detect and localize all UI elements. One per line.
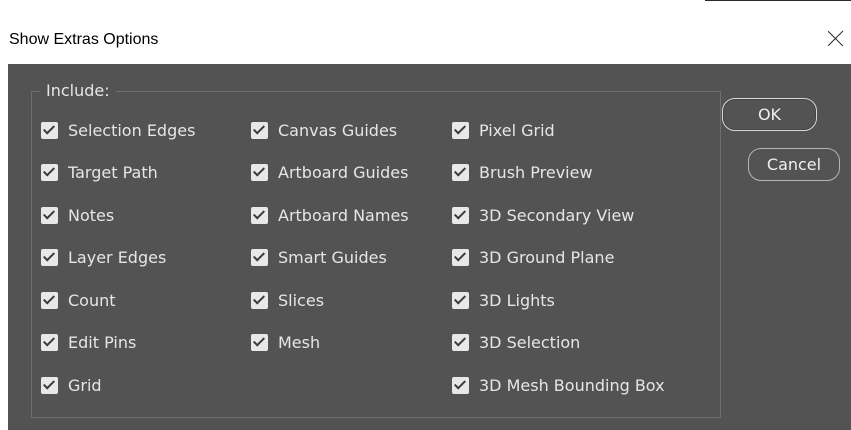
option-selection-edges[interactable]: Selection Edges [41, 118, 195, 142]
checkbox-checked-icon[interactable] [41, 206, 58, 224]
option-3d-ground-plane[interactable]: 3D Ground Plane [452, 245, 614, 269]
checkbox-checked-icon[interactable] [251, 163, 268, 181]
option-label: Notes [68, 205, 115, 225]
checkbox-checked-icon[interactable] [41, 291, 58, 309]
option-smart-guides[interactable]: Smart Guides [251, 245, 387, 269]
cancel-button[interactable]: Cancel [748, 148, 840, 181]
checkbox-checked-icon[interactable] [251, 248, 268, 266]
option-label: Smart Guides [278, 247, 387, 267]
option-label: Selection Edges [68, 120, 196, 140]
title-bar: Show Extras Options [0, 1, 851, 64]
option-label: Count [68, 290, 116, 310]
option-label: 3D Ground Plane [479, 247, 615, 267]
checkbox-checked-icon[interactable] [452, 291, 469, 309]
checkbox-checked-icon[interactable] [452, 206, 469, 224]
option-edit-pins[interactable]: Edit Pins [41, 330, 136, 354]
option-label: 3D Lights [479, 290, 555, 310]
option-label: 3D Selection [479, 332, 581, 352]
checkbox-checked-icon[interactable] [452, 333, 469, 351]
option-3d-mesh-bounding-box[interactable]: 3D Mesh Bounding Box [452, 373, 665, 397]
option-label: Artboard Names [278, 205, 409, 225]
option-artboard-guides[interactable]: Artboard Guides [251, 160, 408, 184]
checkbox-checked-icon[interactable] [41, 333, 58, 351]
option-mesh[interactable]: Mesh [251, 330, 320, 354]
checkbox-checked-icon[interactable] [41, 248, 58, 266]
option-artboard-names[interactable]: Artboard Names [251, 203, 409, 227]
checkbox-checked-icon[interactable] [251, 121, 268, 139]
option-notes[interactable]: Notes [41, 203, 114, 227]
checkbox-checked-icon[interactable] [452, 121, 469, 139]
option-3d-lights[interactable]: 3D Lights [452, 288, 555, 312]
option-label: Layer Edges [68, 247, 167, 267]
option-label: Artboard Guides [278, 162, 409, 182]
option-label: Grid [68, 375, 102, 395]
show-extras-options-dialog: Show Extras Options Include: Selection E… [0, 0, 851, 430]
option-3d-secondary-view[interactable]: 3D Secondary View [452, 203, 634, 227]
option-label: Target Path [68, 162, 158, 182]
checkbox-checked-icon[interactable] [251, 333, 268, 351]
option-pixel-grid[interactable]: Pixel Grid [452, 118, 555, 142]
include-legend: Include: [40, 78, 116, 104]
option-grid[interactable]: Grid [41, 373, 102, 397]
checkbox-checked-icon[interactable] [41, 121, 58, 139]
dialog-content: Include: Selection Edges Target Path Not… [8, 64, 851, 430]
checkbox-checked-icon[interactable] [251, 291, 268, 309]
option-brush-preview[interactable]: Brush Preview [452, 160, 593, 184]
option-label: Slices [278, 290, 325, 310]
option-label: Pixel Grid [479, 120, 555, 140]
checkbox-checked-icon[interactable] [452, 376, 469, 394]
option-label: Brush Preview [479, 162, 593, 182]
option-label: Mesh [278, 332, 321, 352]
option-canvas-guides[interactable]: Canvas Guides [251, 118, 397, 142]
option-count[interactable]: Count [41, 288, 116, 312]
checkbox-checked-icon[interactable] [452, 248, 469, 266]
option-label: 3D Secondary View [479, 205, 635, 225]
option-label: Canvas Guides [278, 120, 398, 140]
option-label: Edit Pins [68, 332, 137, 352]
ok-button[interactable]: OK [722, 98, 817, 131]
option-3d-selection[interactable]: 3D Selection [452, 330, 580, 354]
checkbox-checked-icon[interactable] [251, 206, 268, 224]
dialog-title: Show Extras Options [9, 31, 159, 48]
checkbox-checked-icon[interactable] [41, 376, 58, 394]
option-label: 3D Mesh Bounding Box [479, 375, 665, 395]
option-target-path[interactable]: Target Path [41, 160, 158, 184]
option-layer-edges[interactable]: Layer Edges [41, 245, 166, 269]
checkbox-checked-icon[interactable] [452, 163, 469, 181]
option-slices[interactable]: Slices [251, 288, 324, 312]
checkbox-checked-icon[interactable] [41, 163, 58, 181]
close-icon[interactable] [822, 25, 850, 53]
